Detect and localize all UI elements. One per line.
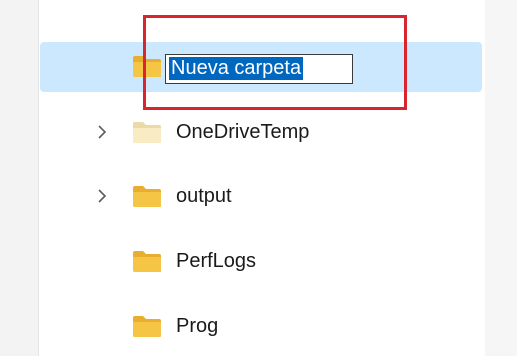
folder-icon	[132, 314, 162, 338]
scrollbar-track[interactable]	[485, 0, 517, 356]
tree-item-output[interactable]: output	[40, 172, 482, 222]
pane-divider	[38, 0, 39, 356]
tree-item-onedrivetemp[interactable]: OneDriveTemp	[40, 108, 482, 158]
folder-icon	[132, 120, 162, 144]
left-panel-edge	[0, 0, 38, 356]
annotation-highlight-box	[143, 15, 407, 110]
tree-item-label: OneDriveTemp	[176, 121, 310, 143]
chevron-right-icon[interactable]	[94, 188, 110, 204]
chevron-right-icon[interactable]	[94, 124, 110, 140]
tree-item-perflogs[interactable]: PerfLogs	[40, 237, 482, 287]
tree-item-label: PerfLogs	[176, 250, 257, 272]
tree-item-prog[interactable]: Prog	[40, 302, 482, 352]
folder-icon	[132, 249, 162, 273]
tree-item-label: Prog	[176, 315, 219, 337]
tree-item-above[interactable]	[40, 0, 482, 12]
tree-item-label: output	[176, 185, 232, 207]
folder-icon	[132, 184, 162, 208]
